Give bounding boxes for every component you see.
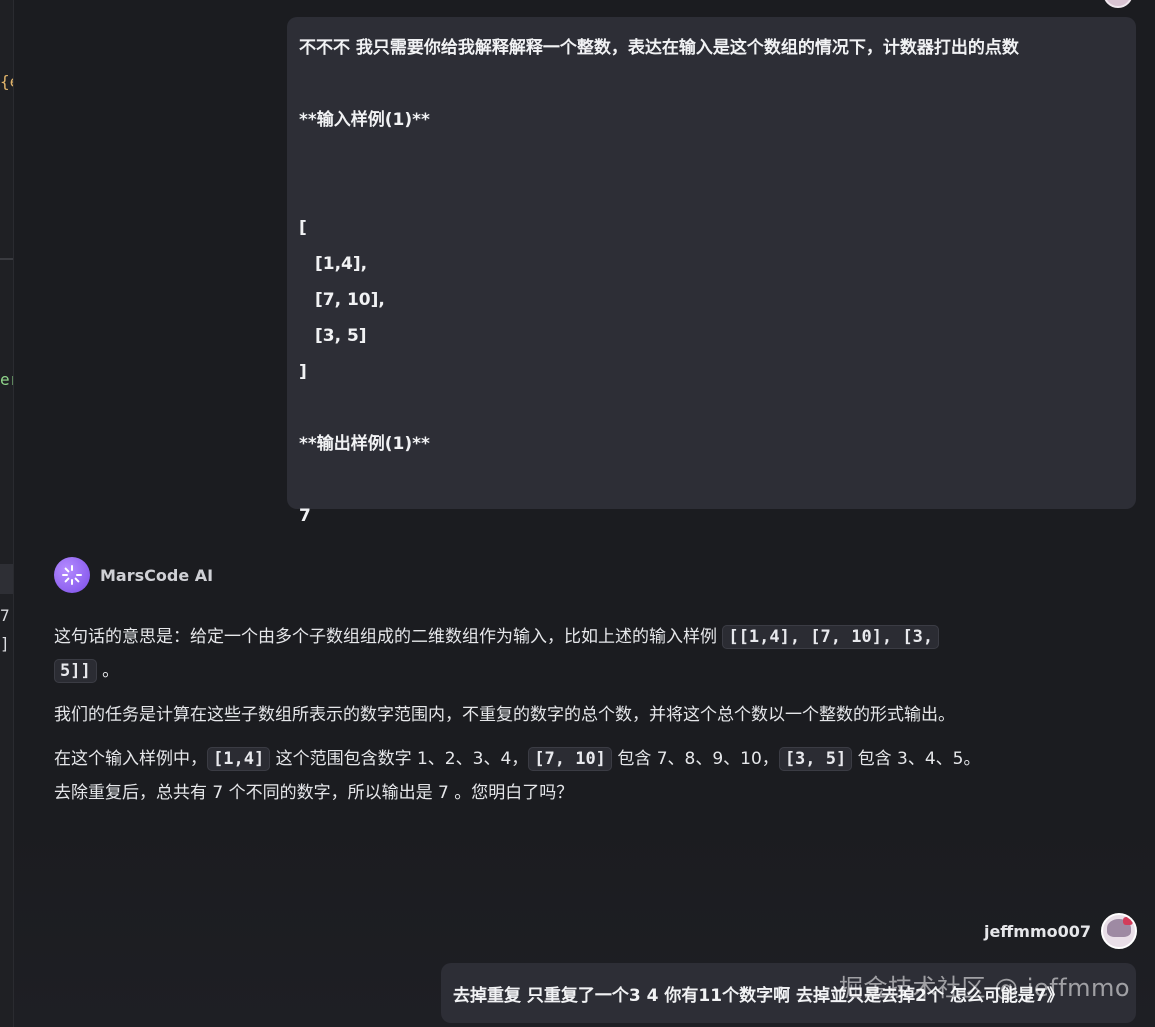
message-line xyxy=(299,395,1124,431)
user-header: jeffmmo007 xyxy=(984,913,1137,949)
message-line: **输出样例(1)** xyxy=(299,434,430,454)
message-line: [ xyxy=(299,218,307,238)
code-fragment: 7 xyxy=(0,606,10,625)
code-fragment: {e xyxy=(0,72,13,91)
ai-name: MarsCode AI xyxy=(100,565,214,585)
avatar-ribbon xyxy=(1123,917,1133,925)
message-line: [7, 10], xyxy=(315,290,385,310)
text: 在这个输入样例中， xyxy=(54,749,207,769)
text: 这句话的意思是：给定一个由多个子数组组成的二维数组作为输入，比如上述的输入样例 xyxy=(54,627,723,647)
message-line xyxy=(299,179,1124,215)
ai-paragraph: 这句话的意思是：给定一个由多个子数组组成的二维数组作为输入，比如上述的输入样例 … xyxy=(54,620,1094,688)
username: jeffmmo007 xyxy=(983,921,1091,941)
user-avatar-top xyxy=(1103,0,1133,8)
text: 这个范围包含数字 1、2、3、4， xyxy=(270,749,529,769)
message-line: [3, 5] xyxy=(315,326,367,346)
message-line: [1,4], xyxy=(315,254,368,274)
ai-paragraph: 我们的任务是计算在这些子数组所表示的数字范围内，不重复的数字的总个数，并将这个总… xyxy=(54,705,955,725)
editor-gutter: {e er 7 ]: xyxy=(0,0,14,1027)
text: 。 xyxy=(96,661,120,681)
inline-code: [3, 5] xyxy=(778,747,853,771)
user-message-bubble: 不不不 我只需要你给我解释解释一个整数，表达在输入是这个数组的情况下，计数器打出… xyxy=(287,17,1136,526)
selection-line xyxy=(0,564,13,594)
text: 去除重复后，总共有 7 个不同的数字，所以输出是 7 。您明白了吗？ xyxy=(54,783,574,803)
ai-message: 这句话的意思是：给定一个由多个子数组组成的二维数组作为输入，比如上述的输入样例 … xyxy=(54,620,1094,820)
divider xyxy=(0,258,13,260)
ai-header: MarsCode AI xyxy=(54,557,213,593)
chat-panel: 不不不 我只需要你给我解释解释一个整数，表达在输入是这个数组的情况下，计数器打出… xyxy=(14,0,1155,1027)
message-line: **输入样例(1)** xyxy=(299,110,430,130)
message-line: 不不不 我只需要你给我解释解释一个整数，表达在输入是这个数组的情况下，计数器打出… xyxy=(299,38,1019,58)
message-line xyxy=(299,71,1124,107)
message-line xyxy=(299,467,1124,503)
text: 包含 3、4、5。 xyxy=(852,749,981,769)
message-line xyxy=(299,143,1124,179)
inline-code: [[1,4], [7, 10], [3, xyxy=(722,625,940,649)
text: 包含 7、8、9、10， xyxy=(611,749,779,769)
code-fragment: ]: xyxy=(0,634,13,653)
message-line: ] xyxy=(299,362,307,382)
inline-code: [7, 10] xyxy=(528,747,612,771)
marscode-logo-icon xyxy=(54,557,90,593)
ai-paragraph: 在这个输入样例中， [1,4] 这个范围包含数字 1、2、3、4， [7, 10] … xyxy=(54,742,1094,810)
inline-code: [1,4] xyxy=(207,747,271,771)
code-fragment: er xyxy=(0,370,13,389)
inline-code: 5]] xyxy=(54,659,97,683)
avatar[interactable] xyxy=(1101,913,1137,949)
watermark: 掘金技术社区 @ jeffmmo xyxy=(839,974,1131,1002)
message-line: 7 xyxy=(299,506,311,526)
